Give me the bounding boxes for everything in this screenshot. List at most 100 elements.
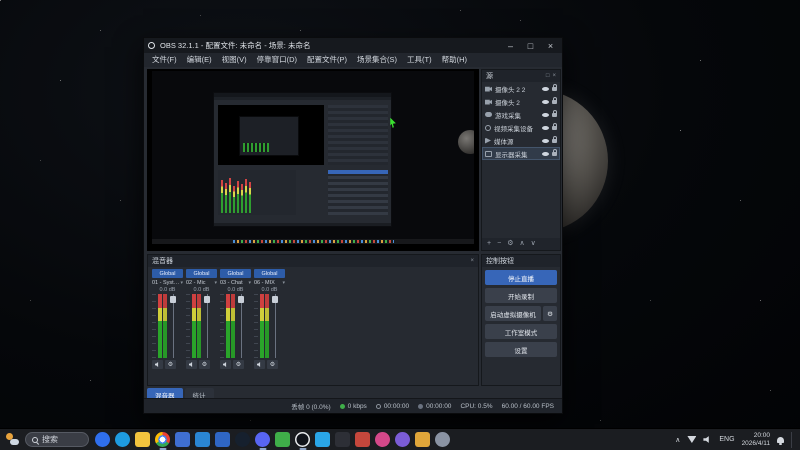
- taskbar-app-mail[interactable]: [195, 432, 210, 447]
- move-source-down-button[interactable]: ∨: [531, 238, 536, 250]
- taskbar-app-obs-studio[interactable]: [295, 432, 310, 447]
- menu-item-2[interactable]: 视图(V): [217, 53, 252, 67]
- mute-speaker-icon[interactable]: [254, 360, 265, 369]
- taskbar-app-music[interactable]: [375, 432, 390, 447]
- input-language-indicator[interactable]: ENG: [719, 436, 734, 443]
- taskbar-app-vscode[interactable]: [315, 432, 330, 447]
- taskbar-app-steam[interactable]: [235, 432, 250, 447]
- menu-item-3[interactable]: 停靠窗口(D): [252, 53, 302, 67]
- stop-streaming-button[interactable]: 停止直播: [485, 270, 557, 285]
- taskbar-app-edge[interactable]: [115, 432, 130, 447]
- start-recording-button[interactable]: 开始录制: [485, 288, 557, 303]
- meter-scale: [220, 294, 224, 358]
- source-row-0[interactable]: 摄像头 2 2: [482, 82, 560, 95]
- visibility-eye-icon[interactable]: [542, 87, 549, 91]
- channel-settings-gear-icon[interactable]: ⚙: [199, 360, 210, 369]
- mixer-channel-name[interactable]: 02 - Mic▾: [186, 278, 217, 287]
- lock-icon[interactable]: [552, 152, 557, 156]
- widgets-weather-icon[interactable]: [6, 433, 19, 446]
- taskbar-app-discord[interactable]: [255, 432, 270, 447]
- source-row-1[interactable]: 摄像头 2: [482, 95, 560, 108]
- menu-item-0[interactable]: 文件(F): [147, 53, 182, 67]
- clock[interactable]: 20:00 2026/4/11: [742, 432, 770, 447]
- source-row-4[interactable]: 媒体源: [482, 134, 560, 147]
- lock-icon[interactable]: [552, 87, 557, 91]
- source-row-2[interactable]: 游戏采集: [482, 108, 560, 121]
- source-row-5[interactable]: 显示器采集: [482, 147, 560, 160]
- visibility-eye-icon[interactable]: [542, 152, 549, 156]
- volume-fader[interactable]: [238, 294, 244, 358]
- add-source-button[interactable]: +: [487, 238, 491, 250]
- remove-source-button[interactable]: −: [497, 238, 501, 250]
- hidden-icons-chevron-icon[interactable]: ∧: [675, 436, 680, 444]
- volume-fader[interactable]: [272, 294, 278, 358]
- minimize-button[interactable]: –: [503, 39, 518, 52]
- network-icon[interactable]: [687, 436, 696, 443]
- mixer-channel-name[interactable]: 03 - Chat▾: [220, 278, 251, 287]
- menu-item-7[interactable]: 帮助(H): [437, 53, 472, 67]
- source-row-3[interactable]: 视频采集设备: [482, 121, 560, 134]
- virtual-camera-gear-icon[interactable]: ⚙: [543, 306, 557, 321]
- channel-settings-gear-icon[interactable]: ⚙: [267, 360, 278, 369]
- channel-settings-gear-icon[interactable]: ⚙: [165, 360, 176, 369]
- channel-settings-gear-icon[interactable]: ⚙: [233, 360, 244, 369]
- visibility-eye-icon[interactable]: [542, 126, 549, 130]
- volume-icon[interactable]: [703, 436, 712, 444]
- move-source-up-button[interactable]: ∧: [519, 238, 524, 250]
- lock-icon[interactable]: [552, 139, 557, 143]
- mixer-channel-group-badge[interactable]: Global: [152, 269, 183, 278]
- menu-item-6[interactable]: 工具(T): [402, 53, 437, 67]
- taskbar-app-file-explorer[interactable]: [135, 432, 150, 447]
- lock-icon[interactable]: [552, 113, 557, 117]
- mixer-channel-group-badge[interactable]: Global: [220, 269, 251, 278]
- source-properties-button[interactable]: ⚙: [507, 238, 513, 250]
- mixer-channel-name[interactable]: 01 - System▾: [152, 278, 183, 287]
- fader-handle[interactable]: [170, 296, 176, 303]
- mixer-channel-buttons: ⚙: [186, 358, 217, 371]
- dock-close-icon[interactable]: ×: [552, 73, 556, 79]
- fader-handle[interactable]: [272, 296, 278, 303]
- taskbar-app-game-launcher[interactable]: [355, 432, 370, 447]
- taskbar-app-notes[interactable]: [415, 432, 430, 447]
- dock-popout-icon[interactable]: □: [546, 73, 550, 79]
- taskbar-app-wechat[interactable]: [275, 432, 290, 447]
- taskbar-app-store[interactable]: [215, 432, 230, 447]
- statusbar-text: 00:00:00: [426, 403, 451, 410]
- studio-mode-button[interactable]: 工作室模式: [485, 324, 557, 339]
- dock-close-icon[interactable]: ×: [470, 258, 474, 264]
- fader-handle[interactable]: [204, 296, 210, 303]
- taskbar-app-chrome[interactable]: [155, 432, 170, 447]
- sources-toolbar: +−⚙ ∧ ∨: [482, 238, 560, 250]
- taskbar-app-copilot[interactable]: [95, 432, 110, 447]
- fader-handle[interactable]: [238, 296, 244, 303]
- menu-item-1[interactable]: 编辑(E): [182, 53, 217, 67]
- settings-button[interactable]: 设置: [485, 342, 557, 357]
- taskbar-search[interactable]: 搜索: [25, 432, 89, 447]
- notifications-bell-icon[interactable]: [777, 437, 784, 443]
- start-virtual-camera-button[interactable]: 启动虚拟摄像机: [485, 306, 541, 321]
- menu-item-4[interactable]: 配置文件(P): [302, 53, 352, 67]
- mixer-channel-group-badge[interactable]: Global: [186, 269, 217, 278]
- mute-speaker-icon[interactable]: [220, 360, 231, 369]
- taskbar-app-terminal[interactable]: [335, 432, 350, 447]
- visibility-eye-icon[interactable]: [542, 100, 549, 104]
- mixer-channel-group-badge[interactable]: Global: [254, 269, 285, 278]
- display-capture-preview[interactable]: [152, 71, 474, 244]
- mute-speaker-icon[interactable]: [152, 360, 163, 369]
- taskbar-app-browser-alt[interactable]: [395, 432, 410, 447]
- visibility-eye-icon[interactable]: [542, 113, 549, 117]
- mute-speaker-icon[interactable]: [186, 360, 197, 369]
- volume-fader[interactable]: [204, 294, 210, 358]
- window-titlebar[interactable]: OBS 32.1.1 - 配置文件: 未命名 - 场景: 未命名 – □ ×: [144, 38, 562, 53]
- lock-icon[interactable]: [552, 126, 557, 130]
- taskbar-app-photos[interactable]: [175, 432, 190, 447]
- visibility-eye-icon[interactable]: [542, 139, 549, 143]
- show-desktop-button[interactable]: [791, 432, 794, 448]
- maximize-button[interactable]: □: [523, 39, 538, 52]
- taskbar-app-settings-app[interactable]: [435, 432, 450, 447]
- mixer-channel-name[interactable]: 06 - MIX▾: [254, 278, 285, 287]
- volume-fader[interactable]: [170, 294, 176, 358]
- lock-icon[interactable]: [552, 100, 557, 104]
- menu-item-5[interactable]: 场景集合(S): [352, 53, 402, 67]
- close-button[interactable]: ×: [543, 39, 558, 52]
